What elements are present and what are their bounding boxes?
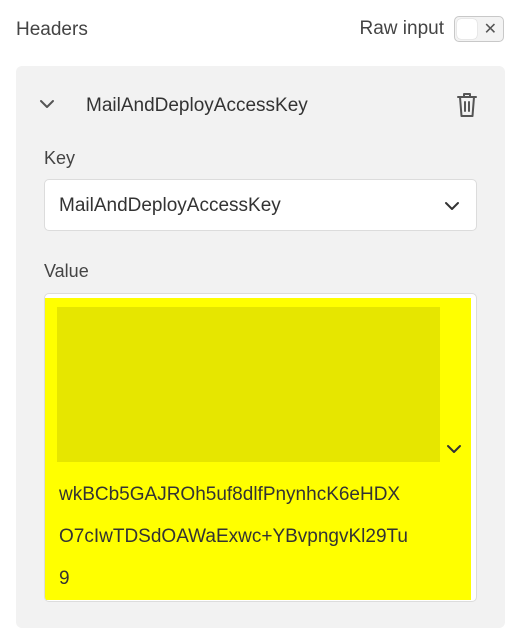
key-label: Key <box>44 148 76 168</box>
redacted-area <box>57 307 440 462</box>
header-entry-panel: MailAndDeployAccessKey Key MailAndDeploy… <box>16 66 505 628</box>
toggle-knob <box>457 19 477 39</box>
chevron-down-icon <box>445 202 459 210</box>
headers-title: Headers <box>16 19 88 40</box>
chevron-down-icon[interactable] <box>446 441 462 457</box>
header-entry-title: MailAndDeployAccessKey <box>86 95 308 116</box>
value-line: 9 <box>59 568 70 589</box>
raw-input-label: Raw input <box>359 18 445 39</box>
value-label: Value <box>44 261 89 281</box>
key-select-value: MailAndDeployAccessKey <box>59 195 281 216</box>
value-line: wkBCb5GAJROh5uf8dlfPnynhcK6eHDX <box>59 484 401 505</box>
close-icon: ✕ <box>483 19 497 38</box>
raw-input-toggle[interactable]: ✕ <box>454 16 504 42</box>
value-line: O7cIwTDSdOAWaExwc+YBvpngvKl29Tu <box>59 526 408 547</box>
value-input[interactable]: wkBCb5GAJROh5uf8dlfPnynhcK6eHDX O7cIwTDS… <box>44 293 477 602</box>
header-entry-row: MailAndDeployAccessKey <box>16 92 505 120</box>
value-text: wkBCb5GAJROh5uf8dlfPnynhcK6eHDX O7cIwTDS… <box>59 474 459 600</box>
chevron-up-icon[interactable] <box>38 95 56 113</box>
key-select[interactable]: MailAndDeployAccessKey <box>44 179 477 231</box>
raw-input-control: Raw input ✕ <box>359 16 504 42</box>
trash-icon[interactable] <box>455 92 479 118</box>
